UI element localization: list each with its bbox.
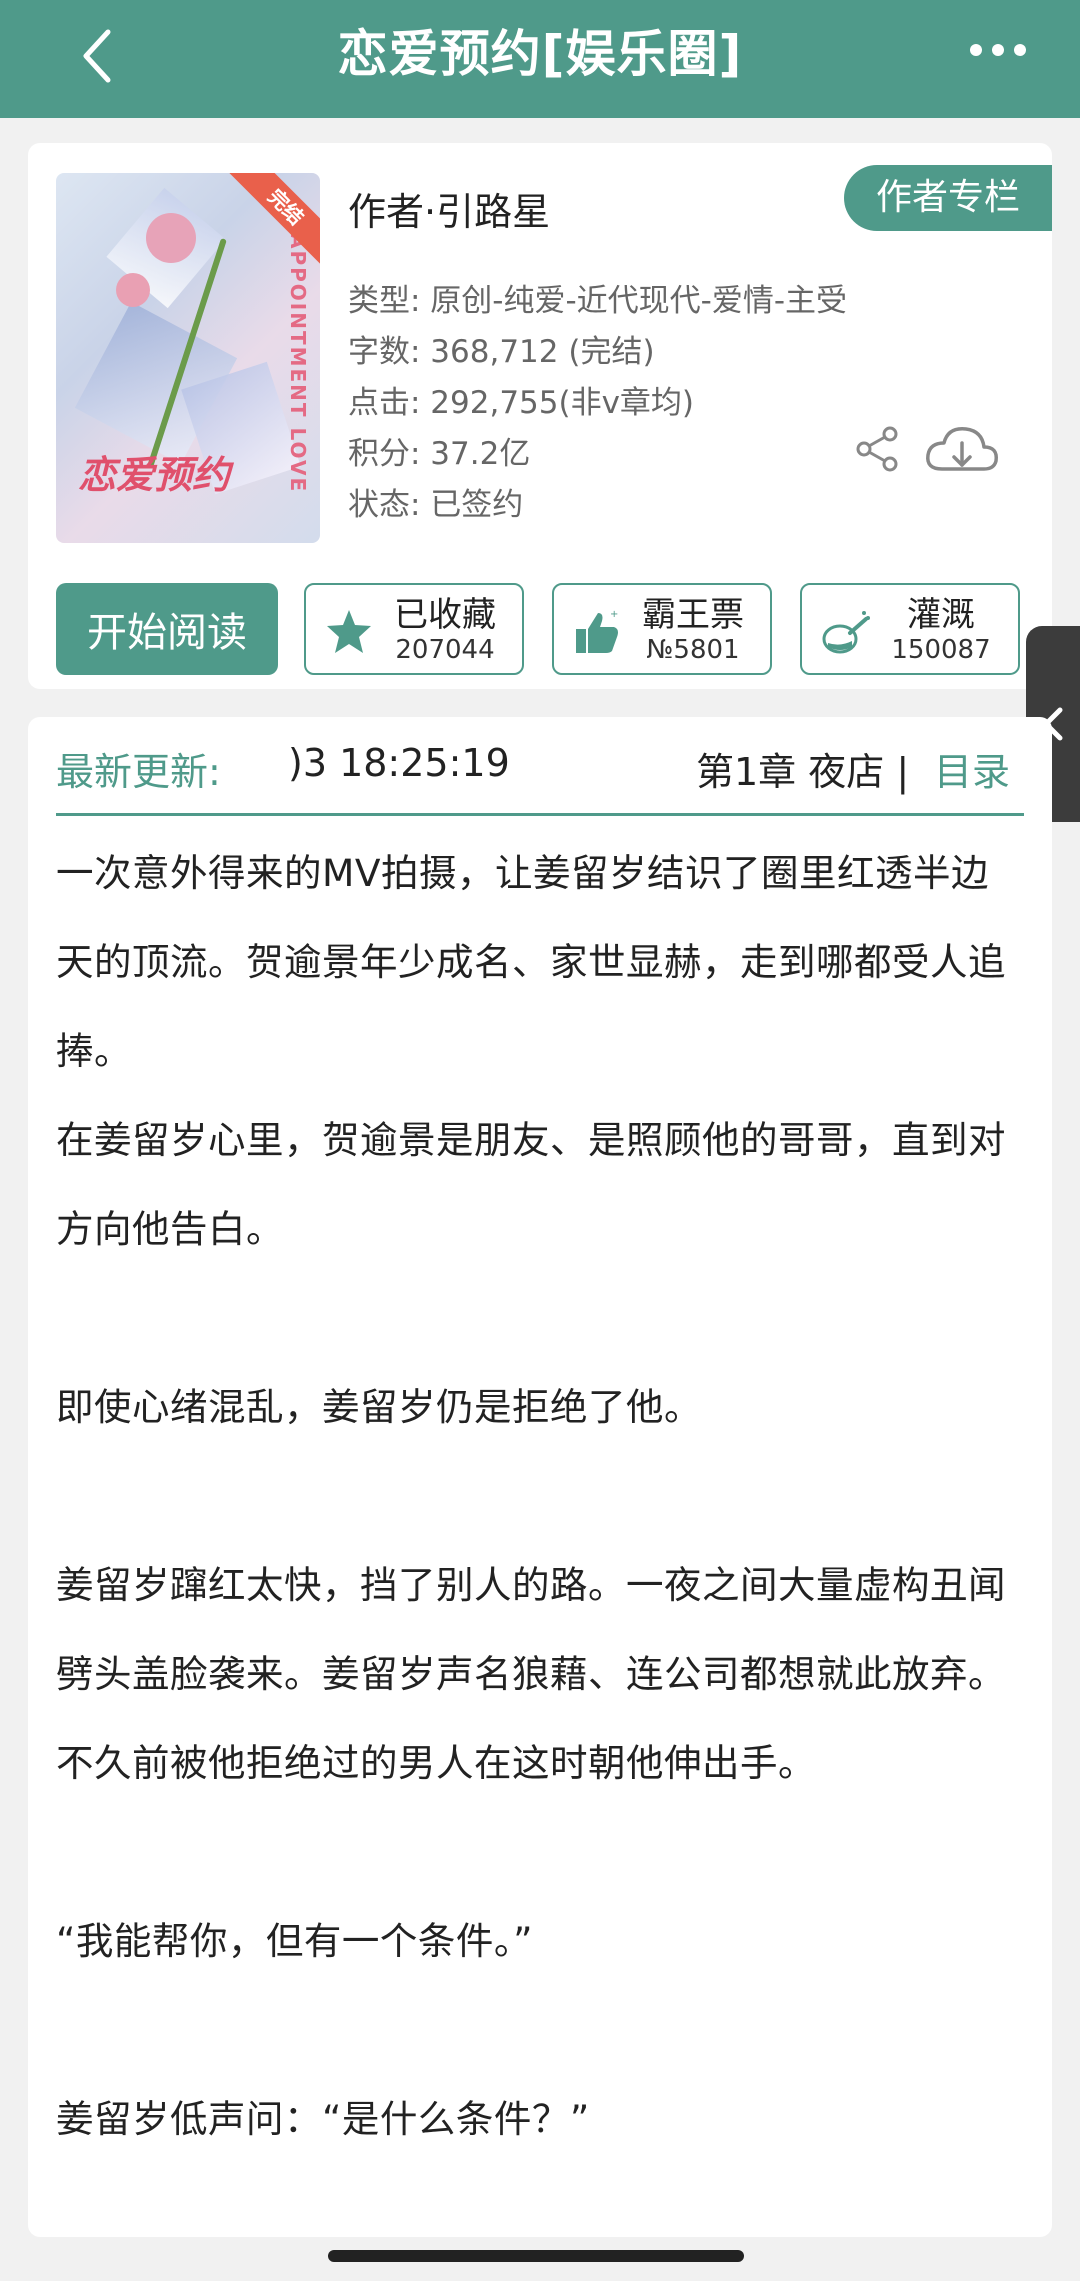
synopsis-paragraph: 姜留岁蹿红太快，挡了别人的路。一夜之间大量虚构丑闻劈头盖脸袭来。姜留岁声名狼藉、… xyxy=(56,1563,1006,1785)
top-app-bar: 恋爱预约[娱乐圈] xyxy=(0,0,1080,118)
book-cover[interactable]: APPOINTMENT LOVE 恋爱预约 完结 xyxy=(56,173,320,543)
cover-title-art: 恋爱预约 xyxy=(78,453,231,497)
book-type: 类型: 原创-纯爱-近代现代-爱情-主受 xyxy=(348,283,848,319)
latest-update-time: )3 18:25:19 xyxy=(288,741,510,785)
favorite-label: 已收藏 xyxy=(394,595,496,635)
water-count: 150087 xyxy=(891,635,991,665)
watering-can-icon xyxy=(822,611,870,654)
word-count: 字数: 368,712 (完结) xyxy=(348,334,655,370)
cover-side-text: APPOINTMENT LOVE xyxy=(286,233,310,494)
synopsis-blank-line xyxy=(56,1808,1024,1897)
synopsis-blank-line xyxy=(56,1986,1024,2075)
download-cloud-icon[interactable] xyxy=(922,423,1002,479)
author-name[interactable]: 作者·引路星 xyxy=(348,181,550,236)
synopsis-paragraph: 姜留岁低声问：“是什么条件？” xyxy=(56,2097,590,2141)
ticket-label: 霸王票 xyxy=(642,595,744,635)
star-icon xyxy=(327,610,371,653)
synopsis-card: 最新更新: )3 18:25:19 第1章 夜店 | 目录 一次意外得来的MV拍… xyxy=(28,717,1052,2237)
svg-text:+: + xyxy=(610,609,618,620)
favorite-button[interactable]: 已收藏 207044 xyxy=(304,583,524,675)
start-reading-button[interactable]: 开始阅读 xyxy=(56,583,278,675)
score: 积分: 37.2亿 xyxy=(348,436,531,472)
more-horizontal-icon[interactable] xyxy=(968,38,1028,62)
share-icon[interactable] xyxy=(854,425,902,473)
synopsis-blank-line xyxy=(56,1274,1024,1363)
water-button[interactable]: 灌溉 150087 xyxy=(800,583,1020,675)
latest-chapter-link[interactable]: 第1章 夜店 | xyxy=(696,741,909,796)
synopsis-paragraph: 一次意外得来的MV拍摄，让姜留岁结识了圈里红透半边天的顶流。贺逾景年少成名、家世… xyxy=(56,851,1006,1073)
synopsis-paragraph: 在姜留岁心里，贺逾景是朋友、是照顾他的哥哥，直到对方向他告白。 xyxy=(56,1118,1006,1251)
ticket-rank: №5801 xyxy=(646,635,740,665)
table-of-contents-link[interactable]: 目录 xyxy=(934,741,1010,796)
thumbs-up-icon: + xyxy=(576,609,618,653)
latest-update-label: 最新更新: xyxy=(56,750,221,794)
latest-update-bar[interactable]: 最新更新: )3 18:25:19 第1章 夜店 | 目录 xyxy=(56,717,1024,816)
book-info-card: APPOINTMENT LOVE 恋爱预约 完结 作者·引路星 作者专栏 类型:… xyxy=(28,143,1052,689)
water-label: 灌溉 xyxy=(907,595,975,635)
page-title: 恋爱预约[娱乐圈] xyxy=(337,25,743,83)
synopsis-blank-line xyxy=(56,1452,1024,1541)
ticket-button[interactable]: + 霸王票 №5801 xyxy=(552,583,772,675)
synopsis-paragraph: “我能帮你，但有一个条件。” xyxy=(56,1919,534,1963)
book-synopsis: 一次意外得来的MV拍摄，让姜留岁结识了圈里红透半边天的顶流。贺逾景年少成名、家世… xyxy=(56,829,1024,2164)
click-count: 点击: 292,755(非v章均) xyxy=(348,385,695,421)
favorite-count: 207044 xyxy=(395,635,495,665)
sign-status: 状态: 已签约 xyxy=(348,487,524,523)
author-column-button[interactable]: 作者专栏 xyxy=(844,165,1052,231)
synopsis-paragraph: 即使心绪混乱，姜留岁仍是拒绝了他。 xyxy=(56,1385,702,1429)
home-indicator[interactable] xyxy=(328,2250,744,2262)
